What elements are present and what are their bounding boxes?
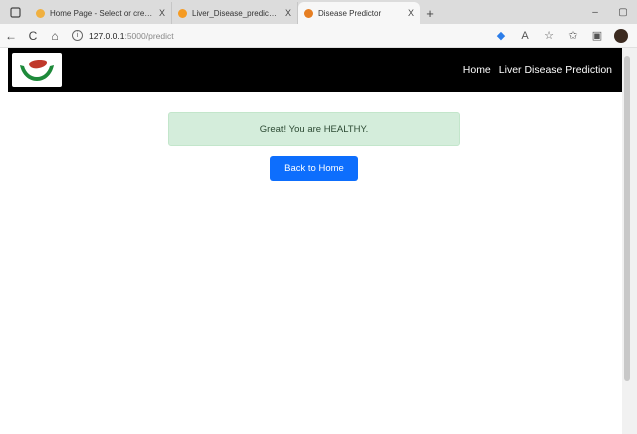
tab-actions-button[interactable] [0,0,30,24]
back-button[interactable]: ← [0,29,22,43]
collections-icon[interactable]: ▣ [585,29,609,42]
nav-links: Home Liver Disease Prediction [463,64,622,76]
tab-home-page[interactable]: Home Page - Select or create a X [30,2,172,24]
site-navbar: Home Liver Disease Prediction [8,48,622,92]
tab-strip: Home Page - Select or create a X Liver_D… [0,0,637,24]
profile-avatar[interactable] [614,28,628,43]
tab-title: Disease Predictor [318,8,382,18]
window-controls: – ▢ [581,0,637,24]
toolbar-icons: ◆ A ☆ ✩ ▣ [489,28,637,43]
tab-title: Home Page - Select or create a [50,8,153,18]
page-scrollbar[interactable] [622,48,637,434]
url-host: 127.0.0.1 [89,30,125,41]
url-path: :5000/predict [124,30,174,41]
tab-close-icon[interactable]: X [159,8,165,18]
refresh-button[interactable]: C [22,29,44,43]
minimize-button[interactable]: – [581,7,609,18]
tab-close-icon[interactable]: X [285,8,291,18]
address-bar: ← C ⌂ i 127.0.0.1:5000/predict ◆ A ☆ ✩ ▣ [0,24,637,48]
web-page: Home Liver Disease Prediction Great! You… [8,48,622,434]
back-to-home-button[interactable]: Back to Home [270,156,358,181]
extension-drop-icon[interactable]: ◆ [489,29,513,42]
restore-button[interactable]: ▢ [609,7,637,18]
browser-window: Home Page - Select or create a X Liver_D… [0,0,637,434]
nav-link-home[interactable]: Home [463,64,491,76]
scrollbar-thumb[interactable] [624,56,630,381]
favorite-star-icon[interactable]: ☆ [537,29,561,42]
home-button[interactable]: ⌂ [44,29,66,43]
tab-favicon-icon [178,8,187,18]
read-aloud-icon[interactable]: A [513,30,537,42]
tab-close-icon[interactable]: X [408,8,414,18]
tab-favicon-icon [36,8,45,18]
site-info-icon[interactable]: i [72,30,83,41]
tab-actions-icon [9,6,21,18]
tab-disease-predictor[interactable]: Disease Predictor X [298,2,420,24]
nav-link-liver-disease-prediction[interactable]: Liver Disease Prediction [499,64,612,76]
favorites-icon[interactable]: ✩ [561,29,585,42]
liver-hands-logo-icon [20,60,54,81]
url-field[interactable]: i 127.0.0.1:5000/predict [72,30,174,41]
tab-jupyter[interactable]: Liver_Disease_prediction - Jupyte X [172,2,298,24]
result-alert: Great! You are HEALTHY. [168,112,460,146]
new-tab-button[interactable]: + [420,2,440,24]
tab-title: Liver_Disease_prediction - Jupyte [192,8,279,18]
tab-favicon-icon [304,8,313,18]
site-logo[interactable] [12,53,62,87]
